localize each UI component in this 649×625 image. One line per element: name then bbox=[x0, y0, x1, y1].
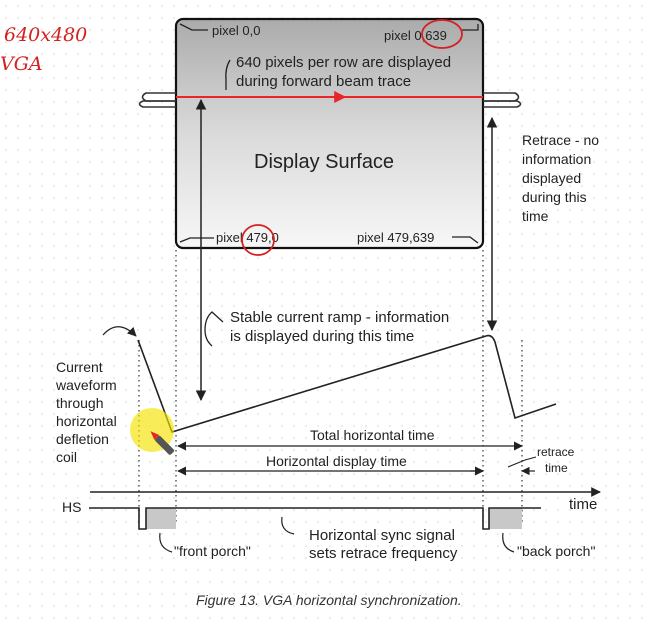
retrace-time-line2: time bbox=[545, 461, 568, 475]
ramp-note-brace bbox=[204, 311, 224, 347]
waveform-label-line4: horizontal bbox=[56, 413, 117, 429]
pixel-top-left-label: pixel 0,0 bbox=[212, 23, 260, 38]
pixel-bottom-left-label: pixel 479,0 bbox=[216, 230, 279, 245]
ramp-note-line2: is displayed during this time bbox=[230, 328, 414, 345]
waveform-label-line6: coil bbox=[56, 449, 77, 465]
waveform-label-line2: waveform bbox=[55, 377, 117, 393]
diagram-canvas: 640x480 VGA pixel 0,0 pixel 0,639 pixel … bbox=[0, 17, 601, 608]
waveform-pointer-arrow bbox=[102, 326, 137, 337]
retrace-note-line5: time bbox=[522, 208, 549, 224]
retrace-note-line3: displayed bbox=[522, 170, 581, 186]
waveform-label: Current waveform through horizontal defl… bbox=[55, 359, 117, 465]
sync-note-leader bbox=[281, 516, 295, 535]
handwritten-resolution: 640x480 bbox=[4, 24, 87, 46]
vga-horizontal-sync-figure: 640x480 VGA pixel 0,0 pixel 0,639 pixel … bbox=[0, 0, 649, 625]
total-horizontal-label: Total horizontal time bbox=[310, 427, 435, 443]
display-surface-title: Display Surface bbox=[254, 151, 394, 173]
row-note-line1: 640 pixels per row are displayed bbox=[236, 54, 451, 71]
hs-label: HS bbox=[62, 499, 81, 515]
ramp-note-line1: Stable current ramp - information bbox=[230, 309, 449, 326]
back-porch-fill bbox=[489, 508, 522, 529]
waveform-label-line5: defletion bbox=[56, 431, 109, 447]
front-porch-label: "front porch" bbox=[174, 543, 251, 559]
retrace-time-line1: retrace bbox=[537, 445, 575, 459]
retrace-note-line4: during this bbox=[522, 189, 587, 205]
front-porch-leader bbox=[159, 532, 173, 553]
sync-note-line1: Horizontal sync signal bbox=[309, 527, 455, 544]
retrace-note-line1: Retrace - no bbox=[522, 132, 599, 148]
waveform-label-line1: Current bbox=[56, 359, 103, 375]
back-porch-label: "back porch" bbox=[517, 543, 595, 559]
waveform-label-line3: through bbox=[56, 395, 103, 411]
back-porch-leader bbox=[502, 532, 515, 553]
dotted-guides bbox=[138, 250, 523, 525]
row-note-line2: during forward beam trace bbox=[236, 73, 411, 90]
front-porch-fill bbox=[146, 508, 176, 529]
handwritten-mode: VGA bbox=[0, 53, 43, 75]
figure-caption: Figure 13. VGA horizontal synchronizatio… bbox=[196, 592, 462, 608]
sync-note-line2: sets retrace frequency bbox=[309, 545, 458, 562]
time-axis-label: time bbox=[569, 496, 597, 513]
retrace-note-line2: information bbox=[522, 151, 591, 167]
pixel-bottom-right-label: pixel 479,639 bbox=[357, 230, 434, 245]
pixel-top-right-label: pixel 0,639 bbox=[384, 28, 447, 43]
retrace-note: Retrace - no information displayed durin… bbox=[522, 132, 599, 224]
horizontal-display-label: Horizontal display time bbox=[266, 453, 407, 469]
